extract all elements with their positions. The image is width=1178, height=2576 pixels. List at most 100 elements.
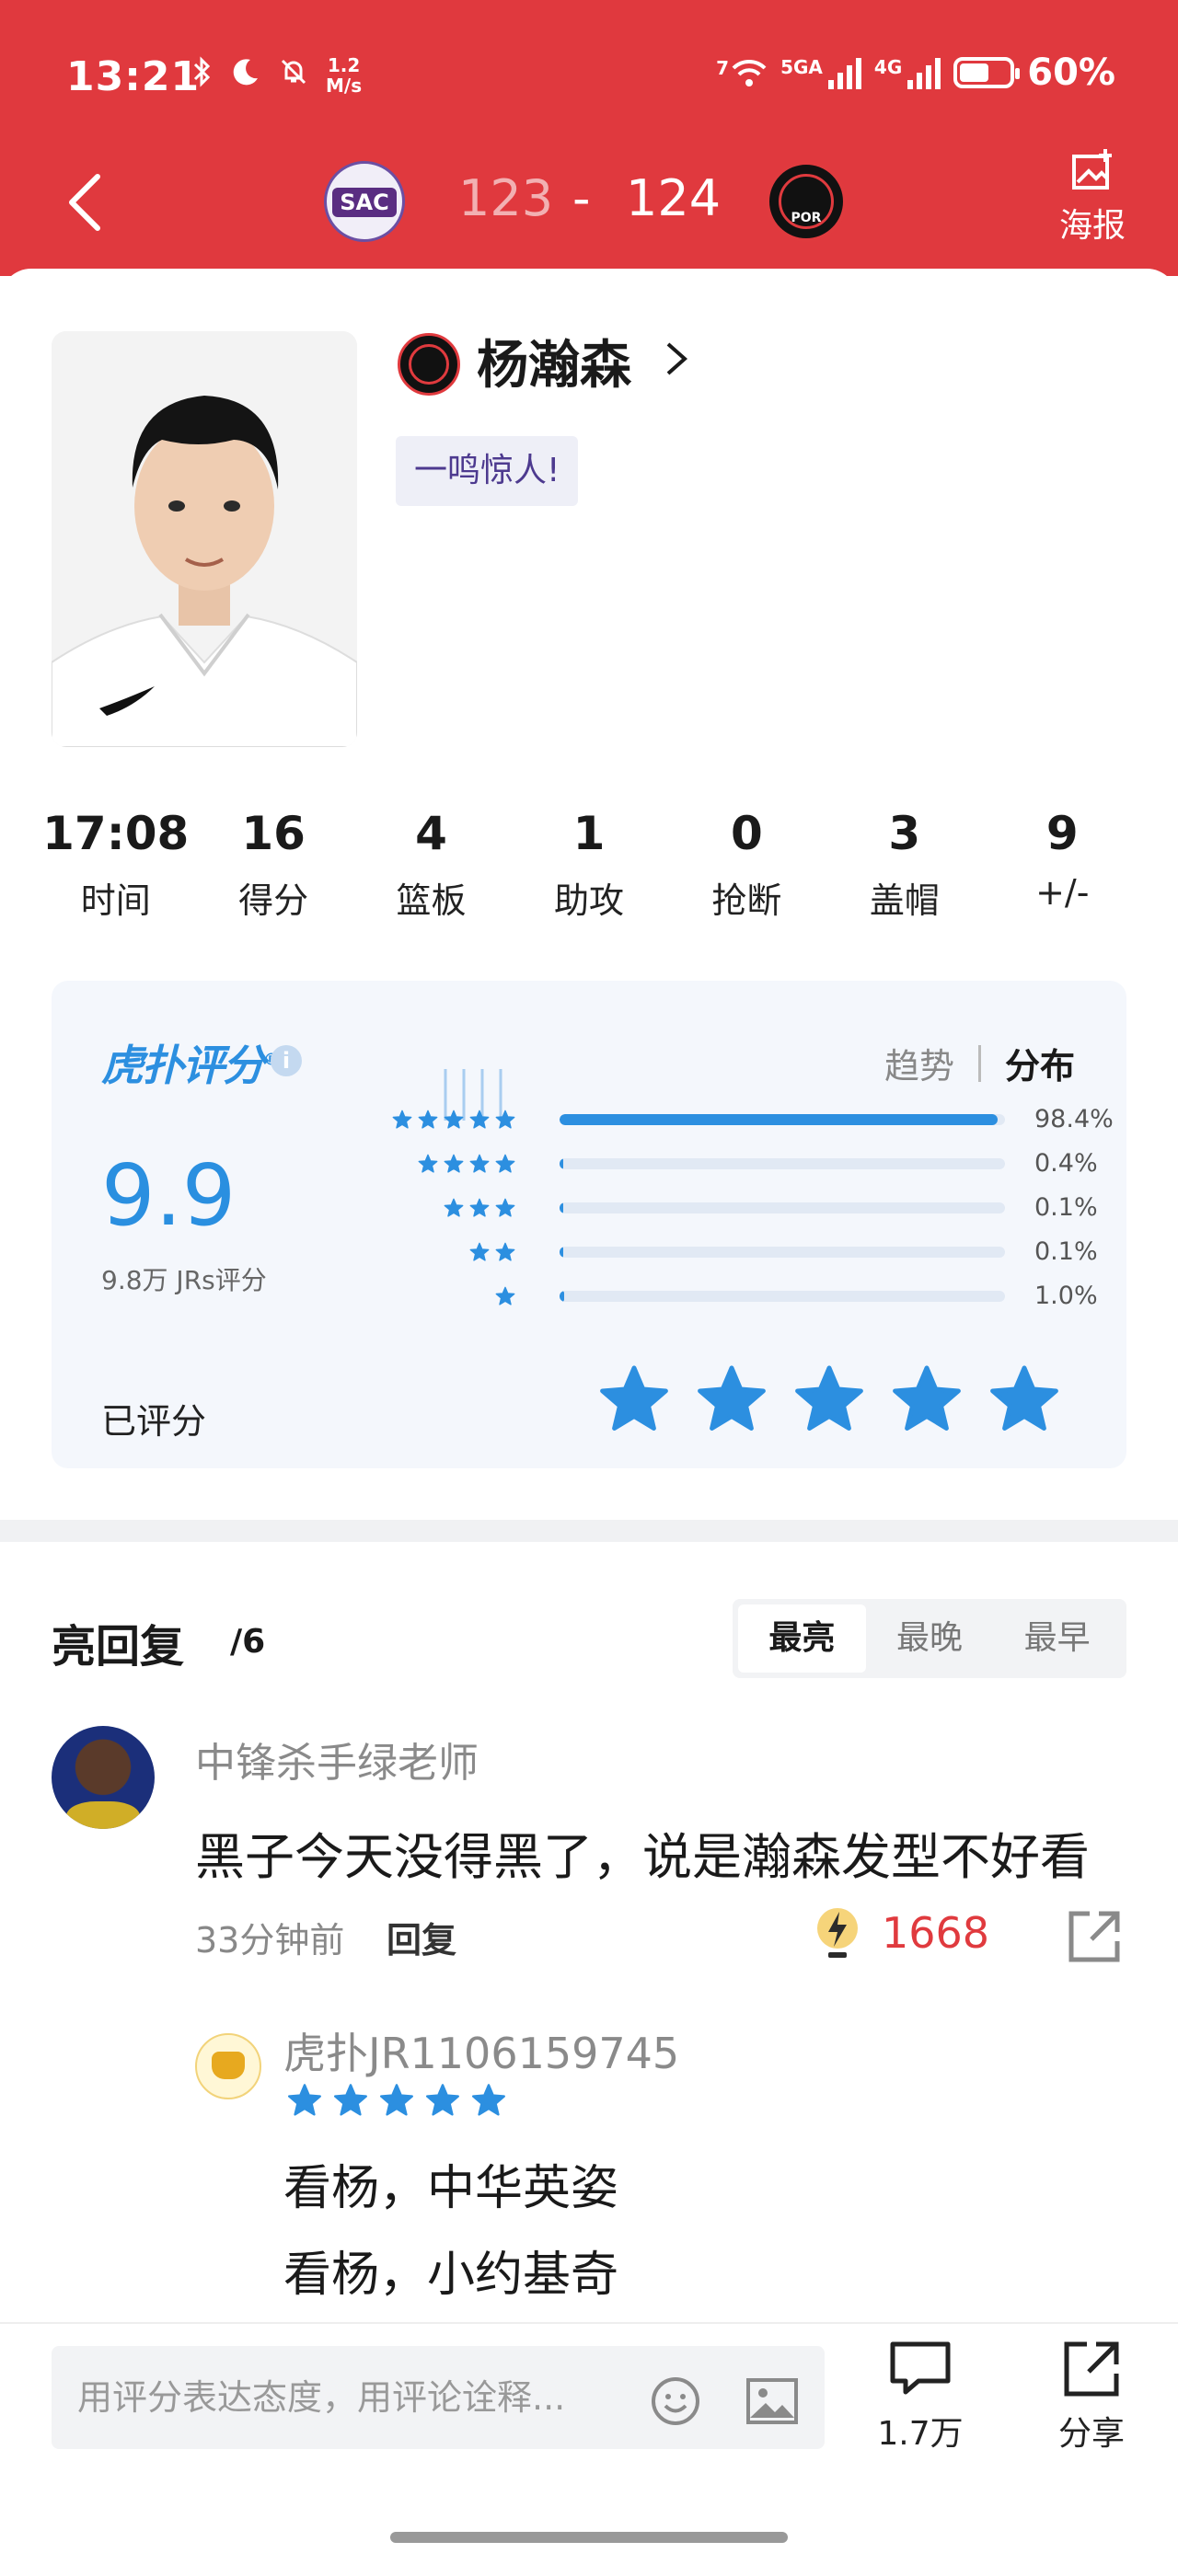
stat-item: 17:08 时间 <box>37 800 194 929</box>
signal-4g-label: 4G <box>873 56 903 78</box>
moon-icon <box>230 56 261 96</box>
distribution-bar-fill <box>560 1247 563 1258</box>
stat-label: +/- <box>1035 872 1090 913</box>
star-icon <box>495 1286 515 1305</box>
star-icon <box>495 1242 515 1261</box>
network-speed-value: 1.2 <box>327 54 361 76</box>
distribution-row-4-star: 0.4% <box>387 1150 1114 1178</box>
reply-rating-stars <box>287 2083 506 2118</box>
comment-sort-tabs: 最亮 最晚 最早 <box>733 1599 1126 1678</box>
player-stats-row: 17:08 时间 16 得分 4 篮板 1 助攻 0 抢断 3 盖帽 9 +/- <box>37 800 1141 929</box>
chevron-left-icon <box>69 174 100 231</box>
poster-button[interactable]: 海报 <box>1051 147 1134 247</box>
info-icon[interactable]: i <box>271 1045 302 1076</box>
comments-count-label: 1.7万 <box>877 2415 964 2453</box>
rating-star-icon[interactable] <box>598 1363 670 1435</box>
distribution-bar-track <box>560 1291 1005 1302</box>
header-bar: 13:21 1.2 M/s 7 5GA 4G 60% SAC 123 - 124… <box>0 0 1178 276</box>
tab-distribution[interactable]: 分布 <box>1005 1038 1075 1088</box>
stat-item: 1 助攻 <box>510 800 667 929</box>
stat-label: 时间 <box>80 880 151 921</box>
battery-fill <box>960 63 989 82</box>
star-icon <box>444 1154 464 1173</box>
rating-count: 9.8万 JRs评分 <box>101 1265 267 1295</box>
sort-tab[interactable]: 最早 <box>993 1604 1121 1673</box>
star-icon <box>418 1110 438 1129</box>
rating-brand-text: 虎扑评分 <box>101 1041 265 1090</box>
comments-title: 亮回复 <box>52 1621 185 1673</box>
distribution-percent: 98.4% <box>1034 1105 1114 1133</box>
emoji-icon[interactable] <box>650 2375 701 2427</box>
bluetooth-icon <box>191 55 214 96</box>
rating-tabs: 趋势 分布 <box>884 1038 1075 1088</box>
comment-avatar[interactable] <box>52 1726 155 1829</box>
signal-5g-label: 5GA <box>780 56 823 78</box>
player-name[interactable]: 杨瀚森 <box>477 324 631 398</box>
back-button[interactable] <box>57 166 112 239</box>
star-icon <box>469 1198 490 1217</box>
reply-star-icon <box>472 2084 505 2116</box>
comment-reply-button[interactable]: 回复 <box>387 1912 456 1962</box>
sort-tab[interactable]: 最亮 <box>738 1604 866 1673</box>
star-icon <box>495 1154 515 1173</box>
battery-percent: 60% <box>1027 52 1115 94</box>
reply-avatar[interactable] <box>195 2033 261 2099</box>
comment-input-box[interactable] <box>52 2346 825 2449</box>
comment-share-icon[interactable] <box>1066 1908 1123 1965</box>
stat-value: 1 <box>572 807 606 860</box>
poster-label: 海报 <box>1058 207 1126 245</box>
reply-star-icon <box>380 2084 413 2116</box>
home-team-abbr: SAC <box>332 188 397 217</box>
distribution-row-3-star: 0.1% <box>387 1194 1114 1222</box>
comment-time: 33分钟前 <box>195 1920 345 1961</box>
rating-star-icon[interactable] <box>891 1363 963 1435</box>
battery-icon <box>953 57 1021 88</box>
stat-value: 16 <box>241 807 306 860</box>
wifi-icon: 7 <box>716 57 768 88</box>
distribution-bar-fill <box>560 1202 563 1213</box>
distribution-bar-fill <box>560 1114 999 1125</box>
image-icon[interactable] <box>745 2375 799 2427</box>
player-portrait-image <box>52 331 357 747</box>
star-icon <box>495 1198 515 1217</box>
reply-text-line-1: 看杨，中华英姿 <box>283 2161 619 2216</box>
comment-text[interactable]: 黑子今天没得黑了，说是瀚森发型不好看 <box>195 1816 1090 1889</box>
rating-star-icon[interactable] <box>696 1363 768 1435</box>
stat-value: 4 <box>415 807 447 860</box>
away-score: 124 <box>626 169 722 227</box>
rated-label: 已评分 <box>101 1401 207 1442</box>
home-team-logo[interactable]: SAC <box>324 161 405 242</box>
player-team-icon <box>398 333 460 396</box>
distribution-percent: 1.0% <box>1034 1282 1098 1310</box>
rating-star-icon[interactable] <box>793 1363 865 1435</box>
star-icon <box>444 1198 464 1217</box>
distribution-percent: 0.1% <box>1034 1237 1098 1266</box>
home-indicator[interactable] <box>390 2532 788 2543</box>
chevron-right-icon[interactable] <box>661 331 694 386</box>
user-rating-stars[interactable] <box>598 1363 1060 1435</box>
distribution-stars <box>495 1282 515 1310</box>
comment-username[interactable]: 中锋杀手绿老师 <box>195 1730 479 1788</box>
sort-tab[interactable]: 最晚 <box>866 1604 994 1673</box>
stat-value: 0 <box>731 807 763 860</box>
distribution-bar-track <box>560 1247 1005 1258</box>
distribution-bar-fill <box>560 1291 564 1302</box>
rating-star-icon[interactable] <box>988 1363 1060 1435</box>
tab-trend[interactable]: 趋势 <box>884 1038 954 1088</box>
stat-label: 盖帽 <box>869 880 940 921</box>
stat-item: 3 盖帽 <box>826 800 983 929</box>
star-icon <box>392 1110 412 1129</box>
network-speed: 1.2 M/s <box>326 55 362 96</box>
comment-bubble-icon <box>890 2341 951 2395</box>
share-button[interactable]: 分享 <box>1044 2339 1139 2455</box>
reply-username[interactable]: 虎扑JR1106159745 <box>283 2020 679 2081</box>
star-icon <box>469 1242 490 1261</box>
player-photo[interactable] <box>52 331 357 747</box>
away-team-logo[interactable]: POR <box>766 161 847 242</box>
distribution-bar-track <box>560 1202 1005 1213</box>
distribution-row-5-star: 98.4% <box>387 1106 1114 1133</box>
light-bulb-icon[interactable] <box>810 1904 865 1963</box>
network-speed-unit: M/s <box>326 75 363 97</box>
comments-button[interactable]: 1.7万 <box>874 2339 966 2455</box>
comment-input[interactable] <box>77 2346 666 2449</box>
